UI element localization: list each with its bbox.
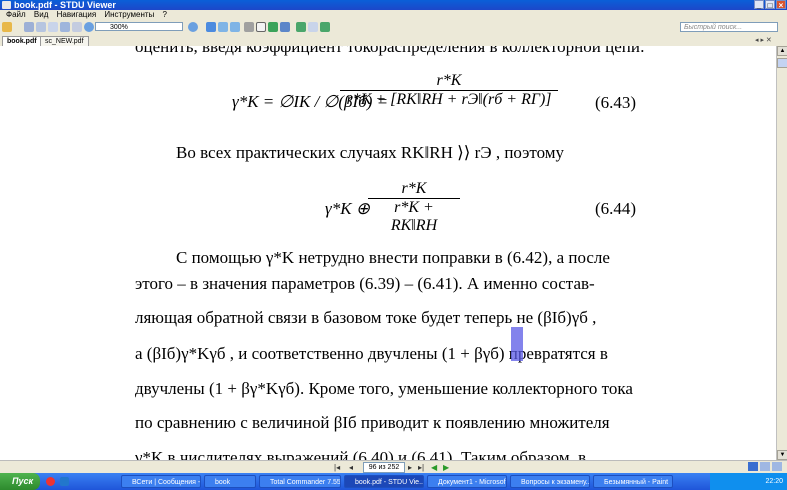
eq644-denominator: r*K + RK‖RH [390,199,438,234]
task-exam-questions[interactable]: Вопросы к экзамену... [510,475,590,488]
para-line-2: этого – в значения параметров (6.39) – (… [135,274,595,293]
opera-icon[interactable] [46,477,55,486]
page-layout-icon[interactable] [60,22,70,32]
eq643-denominator: r*K + [RK‖RH + rЭ‖(rб + RГ)] [346,91,552,108]
document-view[interactable]: оценить, введя коэффициент токораспредел… [0,46,776,460]
task-total-commander[interactable]: Total Commander 7.55... [259,475,341,488]
title-bar: book.pdf - STDU Viewer _ □ × [0,0,787,10]
facing-view-icon[interactable] [772,462,782,471]
para-line-6: по сравнению с величиной βIб приводит к … [135,413,610,432]
hand-tool-icon[interactable] [244,22,254,32]
copy-icon[interactable] [48,22,58,32]
fit-page-icon[interactable] [72,22,82,32]
start-button[interactable]: Пуск [0,473,40,490]
back-icon[interactable]: ◀ [431,463,437,472]
maximize-button[interactable]: □ [765,0,775,10]
task-book-folder[interactable]: book [204,475,256,488]
app-icon [2,1,11,9]
single-page-view-icon[interactable] [748,462,758,471]
thumbnails-icon[interactable] [308,22,318,32]
eq643-label: (6.43) [595,93,637,112]
eq644-fraction: r*K r*K + RK‖RH [368,180,460,235]
scroll-down-icon[interactable]: ▼ [777,450,787,460]
quick-search-input[interactable]: Быстрый поиск... [680,22,778,32]
task-vseti[interactable]: ВСети | Сообщения - ... [121,475,201,488]
last-page-icon[interactable]: ▸| [418,463,424,472]
menu-view[interactable]: Вид [34,10,48,19]
scroll-thumb[interactable] [777,58,787,68]
zoom-in-icon[interactable] [188,22,198,32]
para-line-7: γ*K в числителях выражений (6.40) и (6.4… [135,448,587,460]
page-indicator[interactable]: 96 из 252 [363,462,405,473]
menu-bar: Файл Вид Навигация Инструменты ? [0,10,787,20]
rotate-icon[interactable] [206,22,216,32]
quicklaunch-icon[interactable] [60,477,69,486]
eq644-lhs: γ*K ⊕ [325,199,371,218]
eq643-fraction: r*K r*K + [RK‖RH + rЭ‖(rб + RГ)] [340,72,558,109]
scroll-up-icon[interactable]: ▲ [777,46,787,56]
eq643-numerator: r*K [340,72,558,91]
para-line-3: ляющая обратной связи в базовом токе буд… [135,308,597,327]
vertical-scrollbar[interactable]: ▲ ▼ [776,46,787,460]
text-practical-cases: Во всех практических случаях RK‖RH ⟩⟩ rЭ… [176,143,565,162]
task-paint[interactable]: Безымянный - Paint [593,475,673,488]
window-title: book.pdf - STDU Viewer [14,0,116,10]
text-line-top: оценить, введя коэффициент токораспредел… [135,46,645,56]
task-word-document[interactable]: Документ1 - Microsof... [427,475,507,488]
menu-navigation[interactable]: Навигация [57,10,97,19]
select-text-icon[interactable] [256,22,266,32]
menu-file[interactable]: Файл [6,10,26,19]
zoom-out-icon[interactable] [84,22,94,32]
minimize-button[interactable]: _ [754,0,764,10]
menu-tools[interactable]: Инструменты [104,10,154,19]
clock: 22:20 [765,478,783,485]
first-page-icon[interactable]: |◂ [334,463,340,472]
system-tray: 22:20 [710,473,787,490]
para-line-4: а (βIб)γ*Kγб , и соответственно двучлены… [135,344,608,363]
snapshot-icon[interactable] [268,22,278,32]
para-line-5: двучлены (1 + βγ*Kγб). Кроме того, умень… [135,379,633,398]
zoom-combobox[interactable]: 300% [95,22,183,31]
task-stdu-viewer[interactable]: book.pdf - STDU Vie... [344,475,424,488]
save-icon[interactable] [36,22,46,32]
bookmark-icon[interactable] [280,22,290,32]
text-cursor-highlight [511,327,523,361]
forward-icon[interactable]: ▶ [443,463,449,472]
sync-icon[interactable] [296,22,306,32]
menu-help[interactable]: ? [163,10,167,19]
eq644-numerator: r*K [368,180,460,199]
next-view-icon[interactable] [230,22,240,32]
print-icon[interactable] [24,22,34,32]
previous-view-icon[interactable] [218,22,228,32]
tab-nav-arrows-icon[interactable]: ◂ ▸ ✕ [755,36,772,44]
eq644-label: (6.44) [595,199,637,218]
refresh-icon[interactable] [320,22,330,32]
next-page-icon[interactable]: ▸ [408,463,412,472]
open-icon[interactable] [2,22,12,32]
para-line-1: С помощью γ*K нетрудно внести поправки в… [176,248,610,267]
continuous-view-icon[interactable] [760,462,770,471]
close-button[interactable]: × [776,0,786,10]
previous-page-icon[interactable]: ◂ [349,463,353,472]
